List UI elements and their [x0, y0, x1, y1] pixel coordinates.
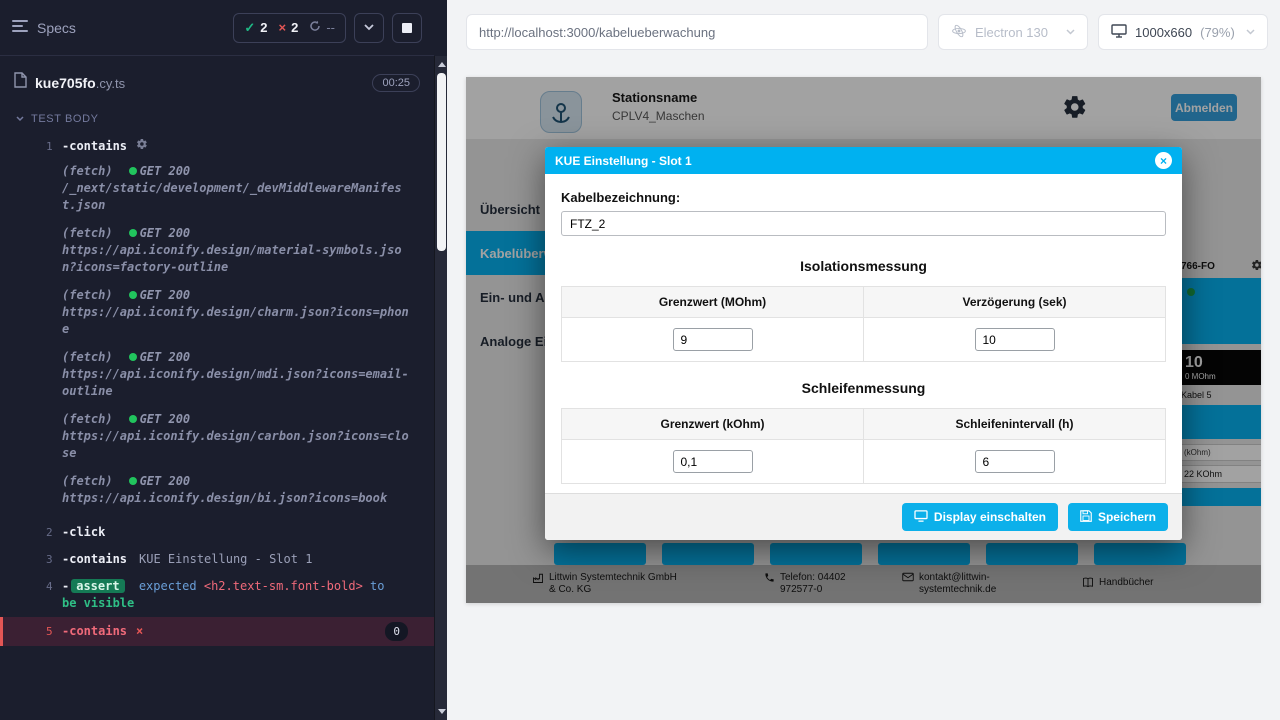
url-bar[interactable]	[466, 14, 928, 50]
cross-icon: ×	[279, 20, 287, 35]
specs-list-icon	[12, 19, 28, 36]
viewport-selector[interactable]: 1000x660 (79%)	[1098, 14, 1268, 50]
runner-scrollbar[interactable]	[434, 56, 447, 720]
column-header: Schleifenintervall (h)	[864, 409, 1166, 440]
check-icon: ✓	[244, 20, 255, 36]
chevron-down-icon	[1246, 29, 1255, 35]
success-dot-icon	[129, 229, 137, 237]
spec-name: kue705fo.cy.ts	[35, 75, 125, 91]
fetch-log-entry[interactable]: (fetch) GET 200 /_next/static/developmen…	[62, 164, 410, 214]
modal-header: KUE Einstellung - Slot 1 ×	[545, 147, 1182, 174]
collapse-tests-button[interactable]	[354, 13, 384, 43]
gear-icon	[136, 138, 148, 150]
stop-icon	[402, 23, 412, 33]
refresh-icon	[309, 20, 321, 35]
success-dot-icon	[129, 415, 137, 423]
modal-footer: Display einschalten Speichern	[545, 493, 1182, 540]
fetch-log-entry[interactable]: (fetch) GET 200 https://api.iconify.desi…	[62, 226, 410, 276]
cypress-runner-panel: Specs ✓ 2 × 2 --	[0, 0, 447, 720]
scrollbar-thumb[interactable]	[437, 73, 446, 251]
iso-delay-input[interactable]	[975, 328, 1055, 351]
retry-count-badge: 0	[385, 622, 408, 641]
loop-table: Grenzwert (kOhm) Schleifenintervall (h)	[561, 408, 1166, 484]
scroll-up-arrow[interactable]	[435, 58, 447, 71]
stat-pending: --	[309, 20, 335, 35]
table-row	[562, 318, 1166, 362]
test-stats: ✓ 2 × 2 --	[233, 13, 346, 43]
spec-file-icon	[14, 72, 27, 93]
table-row	[562, 440, 1166, 484]
assert-selector: <h2.text-sm.font-bold>	[204, 579, 363, 593]
save-floppy-icon	[1080, 510, 1092, 525]
close-icon[interactable]: ×	[1155, 152, 1172, 169]
spec-timer: 00:25	[372, 74, 420, 92]
aut-panel: Electron 130 1000x660 (79%) Stationsname	[447, 0, 1280, 720]
app-under-test: Stationsname CPLV4_Maschen Abmelden Über…	[466, 77, 1261, 603]
modal-body: Kabelbezeichnung: Isolationsmessung Gren…	[545, 174, 1182, 493]
kue-settings-modal: KUE Einstellung - Slot 1 × Kabelbezeichn…	[545, 147, 1182, 540]
isolation-section-title: Isolationsmessung	[561, 258, 1166, 274]
fetch-log-entry[interactable]: (fetch) GET 200 https://api.iconify.desi…	[62, 288, 410, 338]
fetch-log-entry[interactable]: (fetch) GET 200 https://api.iconify.desi…	[62, 474, 410, 507]
command-row-contains-1[interactable]: 1 -contains	[0, 133, 434, 160]
spec-header[interactable]: kue705fo.cy.ts 00:25	[0, 56, 434, 101]
success-dot-icon	[129, 353, 137, 361]
url-input[interactable]	[479, 25, 915, 40]
success-dot-icon	[129, 477, 137, 485]
fetch-log-entry[interactable]: (fetch) GET 200 https://api.iconify.desi…	[62, 412, 410, 462]
fetch-log-entry[interactable]: (fetch) GET 200 https://api.iconify.desi…	[62, 350, 410, 400]
loop-interval-input[interactable]	[975, 450, 1055, 473]
success-dot-icon	[129, 291, 137, 299]
column-header: Grenzwert (MOhm)	[562, 287, 864, 318]
iso-limit-input[interactable]	[673, 328, 753, 351]
fail-x-icon: ×	[136, 623, 143, 640]
stat-passed: ✓ 2	[244, 20, 267, 36]
command-log: 1 -contains (fetch) GET 200 /_next/stati…	[0, 133, 434, 646]
stop-run-button[interactable]	[392, 13, 422, 43]
success-dot-icon	[129, 167, 137, 175]
test-body-toggle[interactable]: TEST BODY	[0, 101, 434, 133]
assert-badge: assert	[71, 579, 124, 593]
column-header: Verzögerung (sek)	[864, 287, 1166, 318]
display-icon	[914, 510, 928, 525]
specs-menu-button[interactable]: Specs	[12, 19, 76, 36]
save-button[interactable]: Speichern	[1068, 503, 1168, 531]
command-row-click[interactable]: 2 -click	[0, 519, 434, 546]
loop-section-title: Schleifenmessung	[561, 380, 1166, 396]
chevron-down-icon	[1066, 29, 1075, 35]
loop-limit-input[interactable]	[673, 450, 753, 473]
command-row-contains-3[interactable]: 3 -contains KUE Einstellung - Slot 1	[0, 546, 434, 573]
browser-selector[interactable]: Electron 130	[938, 14, 1088, 50]
specs-label: Specs	[37, 20, 76, 36]
display-on-button[interactable]: Display einschalten	[902, 503, 1058, 531]
stat-failed: × 2	[279, 20, 299, 35]
runner-topbar: Specs ✓ 2 × 2 --	[0, 0, 434, 56]
monitor-icon	[1111, 24, 1127, 41]
command-row-assert[interactable]: 4 -assert expected <h2.text-sm.font-bold…	[0, 573, 434, 617]
isolation-table: Grenzwert (MOhm) Verzögerung (sek)	[561, 286, 1166, 362]
electron-icon	[951, 23, 967, 42]
chevron-down-icon	[16, 113, 24, 125]
column-header: Grenzwert (kOhm)	[562, 409, 864, 440]
modal-title: KUE Einstellung - Slot 1	[555, 154, 692, 168]
browser-toolbar: Electron 130 1000x660 (79%)	[447, 0, 1280, 64]
cable-name-label: Kabelbezeichnung:	[561, 190, 1166, 205]
cable-name-input[interactable]	[561, 211, 1166, 236]
scroll-down-arrow[interactable]	[435, 705, 447, 718]
command-row-contains-failed[interactable]: 5 -contains × 0	[0, 617, 434, 646]
